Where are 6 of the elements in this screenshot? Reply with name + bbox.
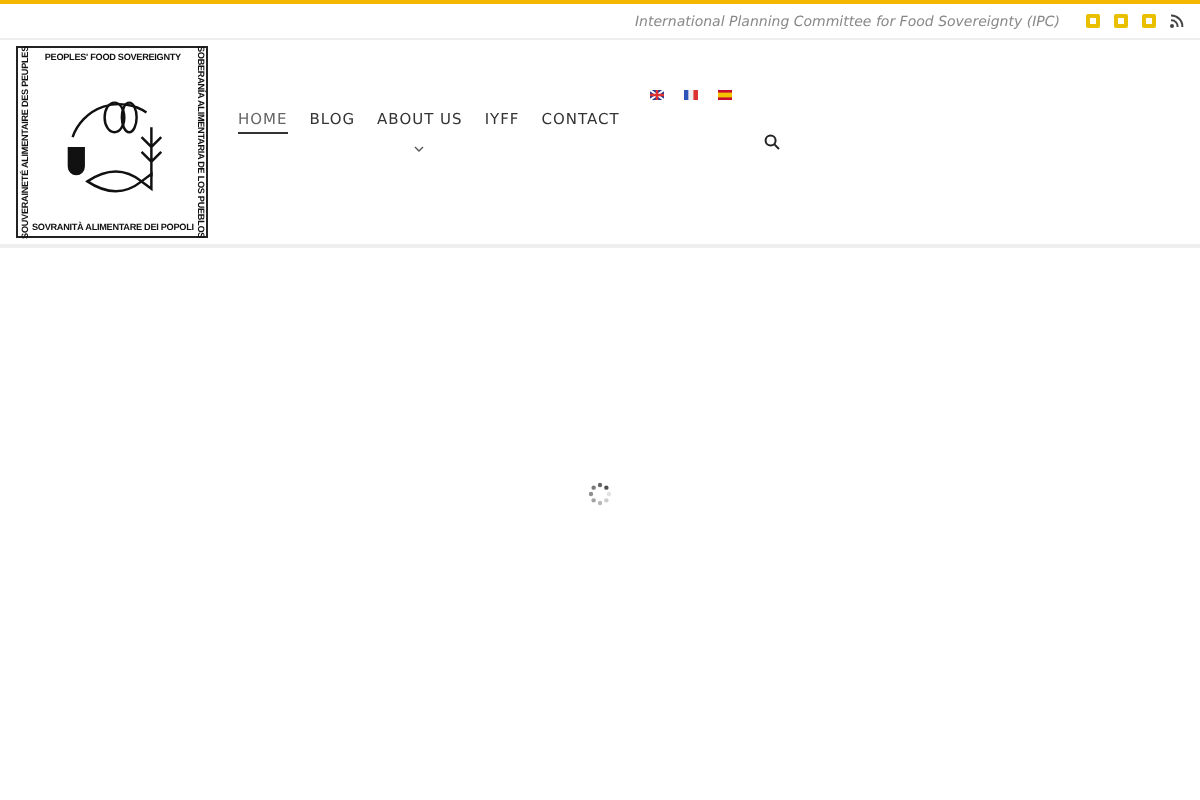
flag-icon[interactable] <box>683 89 698 99</box>
rss-icon[interactable] <box>1170 14 1184 28</box>
loading-spinner-icon <box>588 482 612 506</box>
flag-icon[interactable] <box>717 89 732 99</box>
flag-icon[interactable] <box>649 89 664 99</box>
search-icon[interactable] <box>763 134 780 150</box>
